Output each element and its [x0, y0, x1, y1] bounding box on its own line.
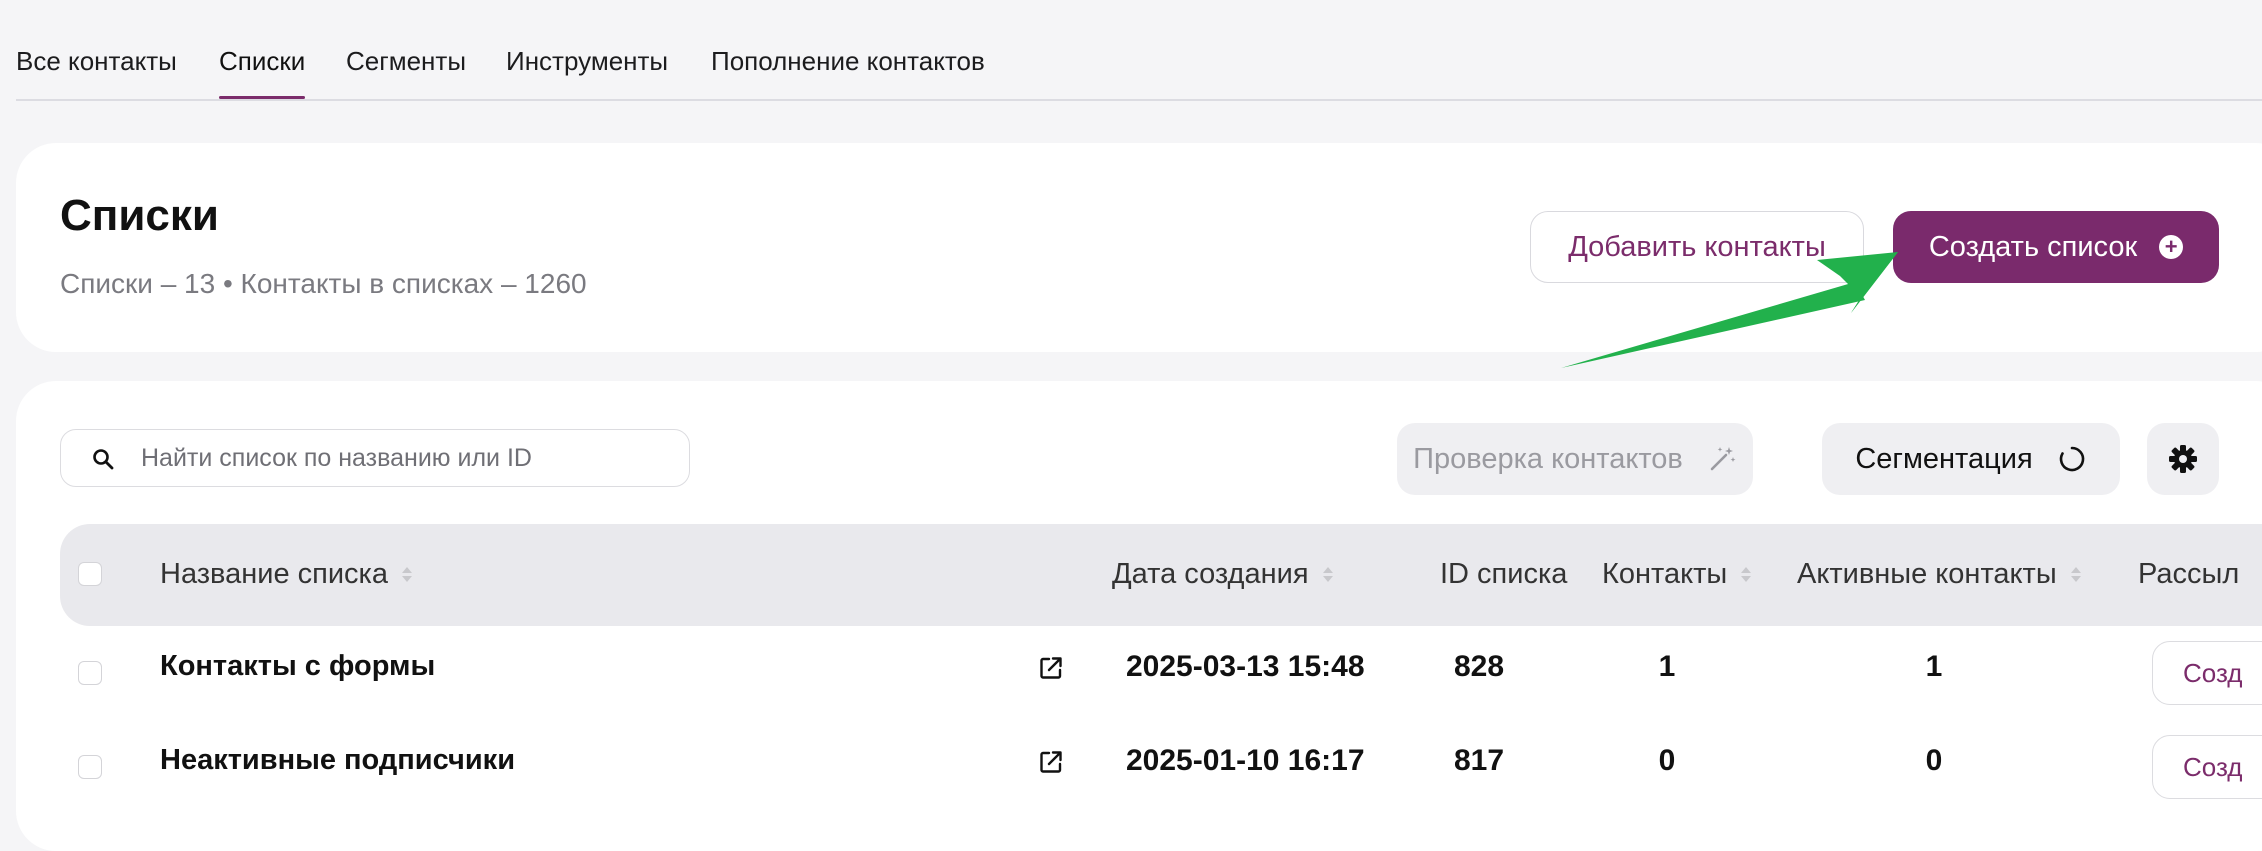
active-contacts-count: 0: [1925, 744, 1943, 777]
list-name[interactable]: Неактивные подписчики: [160, 744, 515, 777]
segmentation-button[interactable]: Сегментация: [1822, 423, 2120, 495]
check-contacts-button[interactable]: Проверка контактов: [1397, 423, 1753, 495]
created-date: 2025-03-13 15:48: [1126, 650, 1365, 683]
column-active-label: Активные контакты: [1797, 558, 2057, 590]
list-id: 817: [1454, 744, 1505, 777]
table-header: Название списка Дата создания ID списка …: [60, 524, 2262, 626]
contacts-count: 0: [1658, 744, 1676, 777]
sort-icon: [1741, 567, 1752, 582]
column-header-id: ID списка: [1440, 558, 1567, 591]
column-header-name[interactable]: Название списка: [160, 558, 413, 591]
tab-segments[interactable]: Сегменты: [346, 46, 466, 77]
create-mailing-label: Созд: [2183, 751, 2243, 782]
page-title: Списки: [60, 191, 219, 240]
row-checkbox[interactable]: [78, 661, 102, 685]
search-icon: [93, 449, 114, 470]
lists-card: Проверка контактов Сегментация: [16, 381, 2262, 851]
settings-button[interactable]: [2147, 423, 2219, 495]
column-header-created[interactable]: Дата создания: [1112, 558, 1333, 591]
annotation-arrow-icon: [1561, 252, 1898, 368]
tab-lists[interactable]: Списки: [219, 46, 306, 99]
column-header-contacts[interactable]: Контакты: [1602, 558, 1752, 591]
tab-contacts-replenishment[interactable]: Пополнение контактов: [711, 46, 985, 77]
sort-icon: [402, 567, 413, 582]
column-name-label: Название списка: [160, 558, 389, 590]
select-all-checkbox[interactable]: [78, 562, 102, 586]
check-contacts-label: Проверка контактов: [1413, 442, 1683, 475]
page-subtitle: Списки – 13 • Контакты в списках – 1260: [60, 268, 587, 299]
create-list-label: Создать список: [1928, 230, 2138, 263]
table-row[interactable]: Контакты с формы 2025-03-13 15:48 828 1 …: [60, 626, 2262, 720]
external-link-icon[interactable]: [1038, 749, 1064, 775]
created-date: 2025-01-10 16:17: [1126, 744, 1365, 777]
list-name[interactable]: Контакты с формы: [160, 650, 435, 683]
create-list-button[interactable]: Создать список +: [1893, 211, 2219, 283]
create-mailing-button[interactable]: Созд: [2152, 735, 2262, 799]
column-id-label: ID списка: [1440, 558, 1568, 590]
tab-all-contacts[interactable]: Все контакты: [16, 46, 177, 77]
tab-tools[interactable]: Инструменты: [506, 46, 668, 77]
contacts-count: 1: [1658, 650, 1676, 683]
active-contacts-count: 1: [1925, 650, 1943, 683]
external-link-icon[interactable]: [1038, 655, 1064, 681]
sort-icon: [2070, 567, 2081, 582]
plus-circle-icon: +: [2159, 235, 2184, 259]
column-contacts-label: Контакты: [1602, 558, 1728, 590]
refresh-icon: [2059, 446, 2084, 472]
create-mailing-button[interactable]: Созд: [2152, 641, 2262, 705]
segmentation-label: Сегментация: [1855, 442, 2033, 475]
list-id: 828: [1454, 650, 1505, 683]
create-mailing-label: Созд: [2183, 657, 2243, 688]
column-created-label: Дата создания: [1112, 558, 1309, 590]
gear-icon: [2169, 445, 2197, 473]
search-box: [60, 429, 690, 487]
tab-bar: Все контакты Списки Сегменты Инструменты…: [16, 0, 2262, 101]
sort-icon: [1322, 567, 1333, 582]
column-header-active[interactable]: Активные контакты: [1797, 558, 2081, 591]
column-mailings-label: Рассыл: [2138, 558, 2240, 590]
magic-wand-icon: [1710, 447, 1736, 471]
column-header-mailings: Рассыл: [2138, 558, 2239, 591]
row-checkbox[interactable]: [78, 755, 102, 779]
header-card: Списки Списки – 13 • Контакты в списках …: [16, 143, 2262, 352]
table-row[interactable]: Неактивные подписчики 2025-01-10 16:17 8…: [60, 720, 2262, 814]
search-input[interactable]: [139, 430, 663, 487]
